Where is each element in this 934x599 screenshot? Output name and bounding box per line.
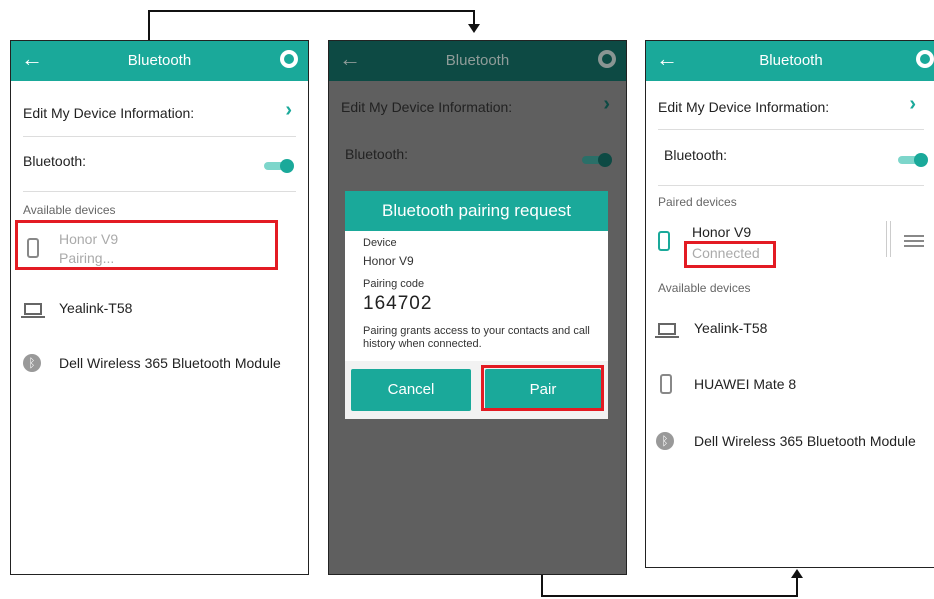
globe-icon[interactable] [916,50,934,68]
header-title: Bluetooth [445,52,510,69]
device-name[interactable]: HUAWEI Mate 8 [694,376,796,392]
bluetooth-row: Bluetooth: [345,146,614,162]
edit-device-info-row[interactable]: Edit My Device Information: [341,99,614,115]
bluetooth-toggle[interactable] [898,153,928,167]
paired-devices-heading: Paired devices [658,195,737,209]
device-name[interactable]: Yealink-T58 [694,320,767,336]
pairing-code-label: Pairing code [363,278,425,290]
bluetooth-toggle[interactable] [582,153,612,167]
device-name[interactable]: Yealink-T58 [59,300,132,316]
screen-connected: ← Bluetooth Edit My Device Information: … [645,40,934,568]
flow-arrowhead-up [791,569,803,578]
bluetooth-row: Bluetooth: [23,153,296,169]
edit-device-info-label: Edit My Device Information: [341,99,513,115]
flow-line-top [148,10,475,12]
flow-arrowhead-down [468,24,480,33]
bluetooth-row: Bluetooth: [664,147,924,163]
device-value: Honor V9 [363,254,414,268]
laptop-icon [21,303,45,318]
globe-icon[interactable] [598,50,616,68]
laptop-icon [655,323,679,338]
divider [890,221,891,257]
pairing-note: Pairing grants access to your contacts a… [363,325,590,350]
device-label: Device [363,237,397,249]
available-devices-heading: Available devices [23,203,116,217]
phone-icon [660,374,672,394]
bluetooth-label: Bluetooth: [23,153,87,169]
chevron-right-icon[interactable]: › [909,93,916,116]
available-devices-heading: Available devices [658,281,751,295]
flow-line-bottom [541,595,798,597]
chevron-right-icon[interactable]: › [285,99,292,122]
device-name[interactable]: Dell Wireless 365 Bluetooth Module [694,433,916,449]
sliders-icon[interactable] [904,235,924,247]
bluetooth-icon: ᛒ [656,432,674,450]
header-bar: ← Bluetooth [11,41,308,81]
edit-device-info-label: Edit My Device Information: [658,99,830,115]
highlight-pairing-device [15,220,278,270]
header-title: Bluetooth [127,52,192,69]
highlight-connected-status [684,241,776,268]
divider [658,129,924,130]
divider [886,221,887,257]
screen-pairing: ← Bluetooth Edit My Device Information: … [10,40,309,575]
bluetooth-label: Bluetooth: [345,146,409,162]
divider [23,136,296,137]
header-title: Bluetooth [759,52,823,69]
pairing-code-value: 164702 [363,293,433,314]
highlight-pair-button [481,365,604,411]
header-bar: ← Bluetooth [329,41,626,81]
divider [23,191,296,192]
bluetooth-label: Bluetooth: [664,147,728,163]
dialog-title: Bluetooth pairing request [345,191,608,231]
edit-device-info-row[interactable]: Edit My Device Information: [23,105,296,121]
paired-device-name[interactable]: Honor V9 [692,224,751,240]
flow-line-bottom-right [796,576,798,597]
chevron-right-icon[interactable]: › [603,93,610,116]
bluetooth-icon: ᛒ [23,354,41,372]
header-bar: ← Bluetooth [646,41,934,81]
phone-icon [658,231,670,251]
edit-device-info-row[interactable]: Edit My Device Information: [658,99,924,115]
globe-icon[interactable] [280,50,298,68]
device-name[interactable]: Dell Wireless 365 Bluetooth Module [59,355,281,371]
divider [658,185,924,186]
edit-device-info-label: Edit My Device Information: [23,105,195,121]
bluetooth-toggle[interactable] [264,159,294,173]
cancel-button[interactable]: Cancel [351,369,471,411]
